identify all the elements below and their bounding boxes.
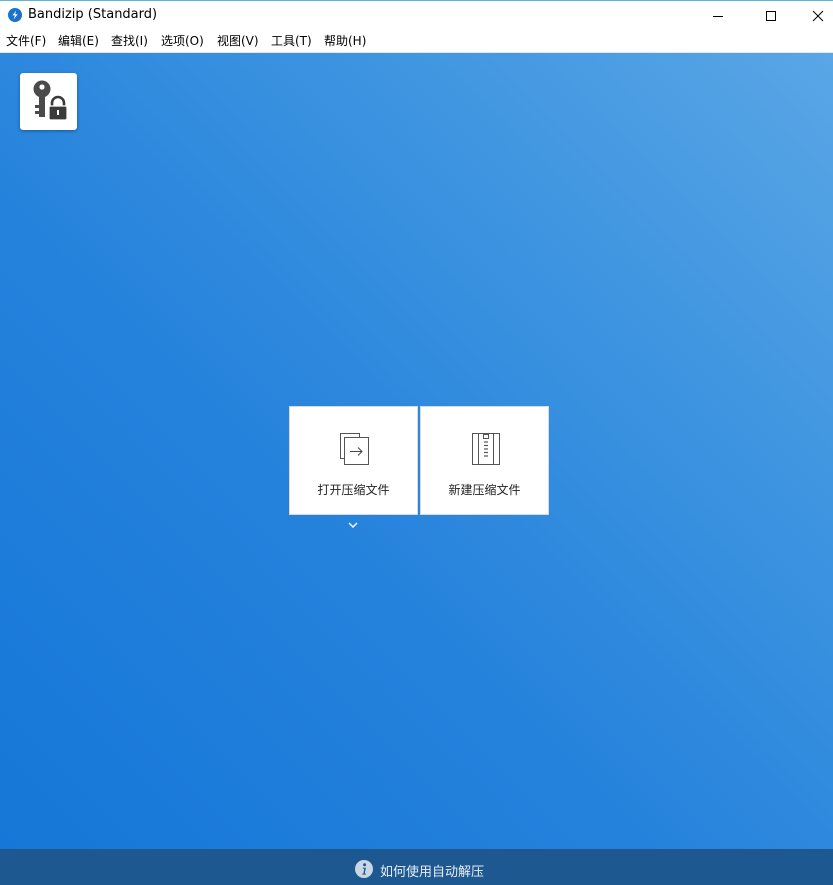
menu-view[interactable]: 视图(V)	[217, 33, 259, 50]
close-button[interactable]	[795, 1, 833, 31]
menu-bar: 文件(F) 编辑(E) 查找(I) 选项(O) 视图(V) 工具(T) 帮助(H…	[0, 31, 833, 53]
password-manager-button[interactable]	[20, 73, 77, 130]
open-archive-icon	[340, 433, 369, 465]
bandizip-logo-icon	[8, 8, 22, 22]
footer-bar: 如何使用自动解压	[0, 849, 833, 885]
auto-extract-help-link[interactable]: 如何使用自动解压	[380, 861, 484, 880]
close-icon	[812, 10, 824, 22]
chevron-down-icon[interactable]	[346, 520, 360, 530]
menu-edit[interactable]: 编辑(E)	[58, 33, 99, 50]
key-lock-icon	[33, 80, 68, 121]
menu-file[interactable]: 文件(F)	[6, 33, 46, 50]
title-bar[interactable]: Bandizip (Standard)	[0, 1, 833, 31]
new-archive-label: 新建压缩文件	[448, 483, 521, 497]
app-window: Bandizip (Standard) 文件(F) 编辑(E) 查找(I) 选项…	[0, 0, 833, 885]
menu-options[interactable]: 选项(O)	[161, 33, 204, 50]
new-archive-icon	[472, 433, 500, 465]
info-icon[interactable]	[355, 860, 373, 878]
window-title: Bandizip (Standard)	[28, 7, 158, 22]
menu-help[interactable]: 帮助(H)	[324, 33, 366, 50]
menu-find[interactable]: 查找(I)	[111, 33, 148, 50]
minimize-button[interactable]	[695, 1, 741, 31]
open-archive-button[interactable]: 打开压缩文件	[289, 406, 418, 515]
maximize-button[interactable]	[748, 1, 794, 31]
menu-tools[interactable]: 工具(T)	[271, 33, 312, 50]
maximize-icon	[766, 11, 776, 21]
new-archive-button[interactable]: 新建压缩文件	[420, 406, 549, 515]
main-area: 打开压缩文件 新建压缩文件	[0, 53, 833, 849]
open-archive-label: 打开压缩文件	[317, 483, 390, 497]
minimize-icon	[713, 16, 723, 17]
